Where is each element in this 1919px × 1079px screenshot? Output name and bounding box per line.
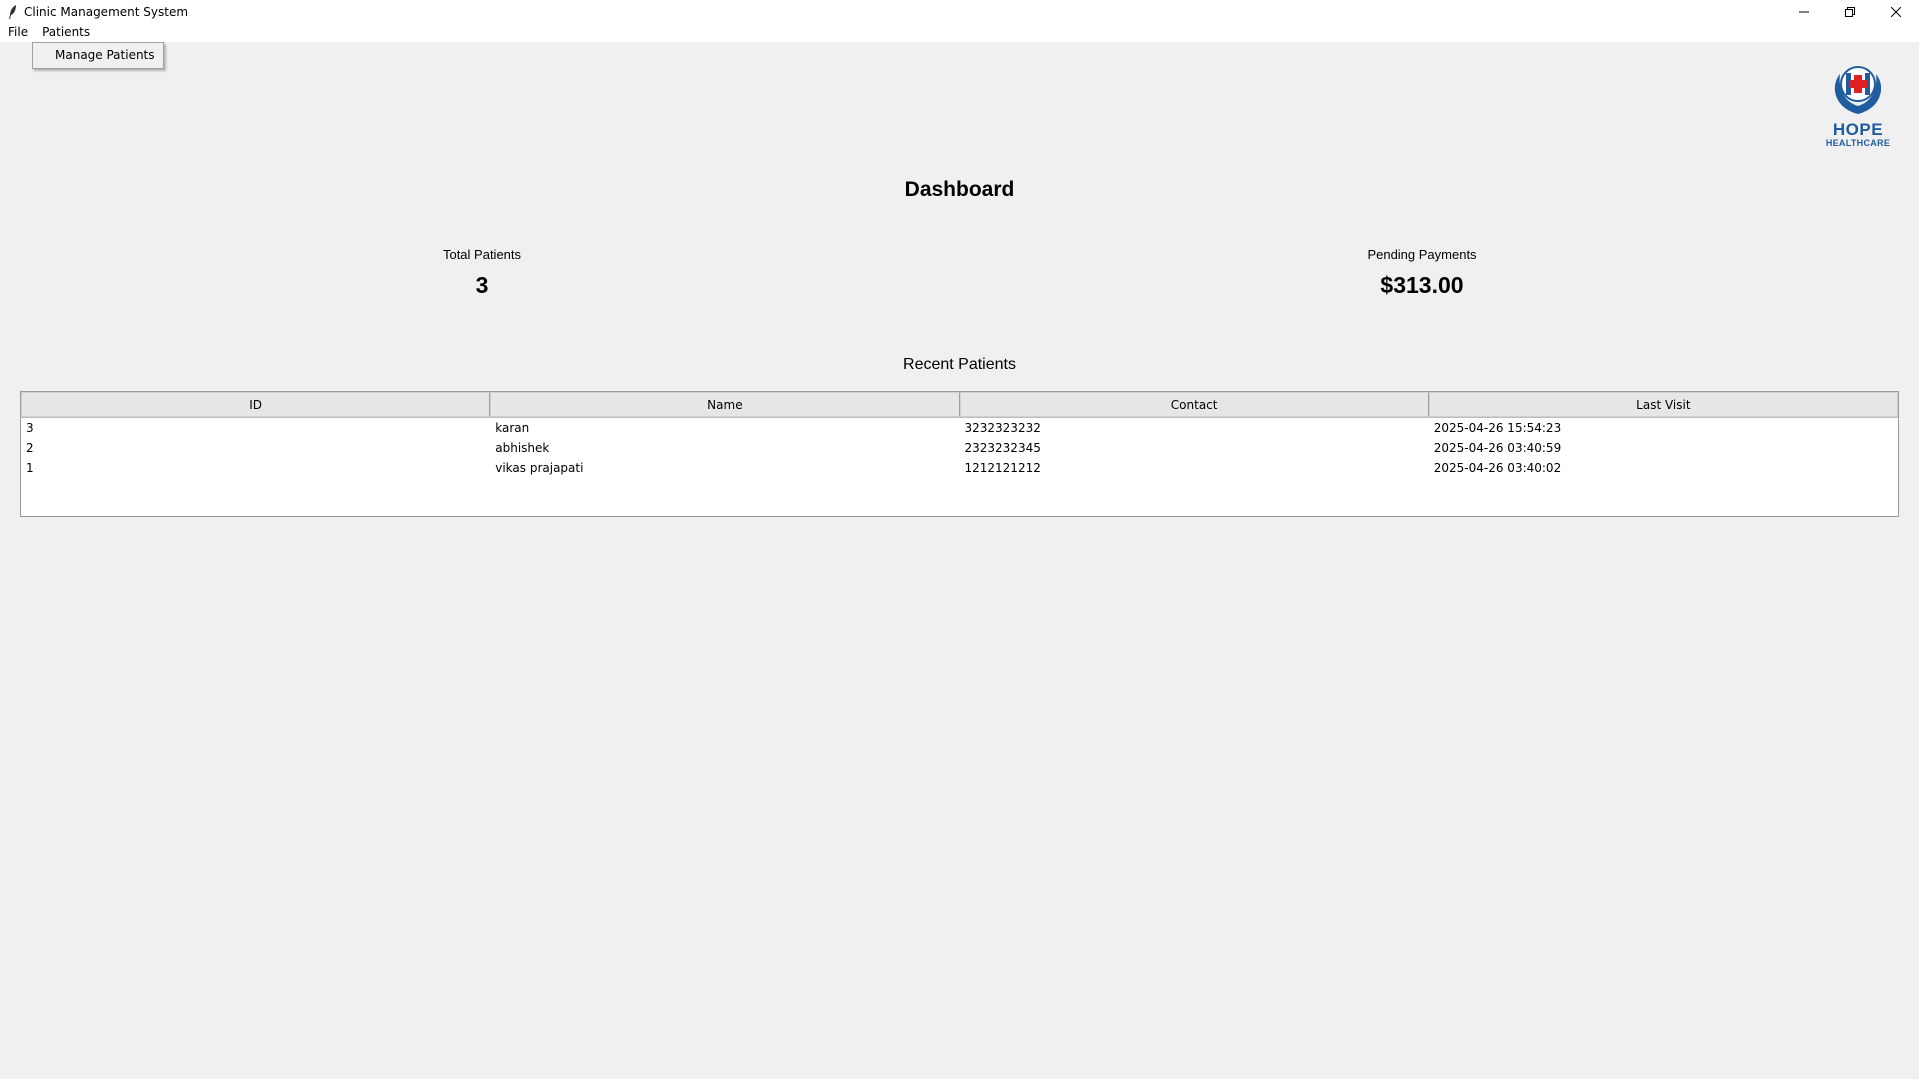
close-icon <box>1891 6 1901 17</box>
feather-icon <box>6 4 20 20</box>
recent-patients-table[interactable]: ID Name Contact Last Visit 3 karan 32323… <box>20 391 1899 517</box>
window-controls <box>1781 0 1919 23</box>
column-header-name[interactable]: Name <box>490 392 960 417</box>
cell-contact: 1212121212 <box>964 461 1041 475</box>
pending-payments-value: $313.00 <box>1380 272 1464 298</box>
total-patients-stat: Total Patients 3 <box>282 247 682 299</box>
hope-healthcare-logo: HOPE HEALTHCARE <box>1818 62 1898 152</box>
cell-contact: 2323232345 <box>964 441 1041 455</box>
cell-name: vikas prajapati <box>495 461 584 475</box>
app-window: Clinic Management System File Patients M… <box>0 0 1919 1079</box>
pending-payments-stat: Pending Payments $313.00 <box>1222 247 1622 299</box>
window-title: Clinic Management System <box>24 4 189 19</box>
cell-last-visit: 2025-04-26 03:40:59 <box>1433 441 1562 455</box>
cell-last-visit: 2025-04-26 03:40:02 <box>1433 461 1562 475</box>
patients-dropdown: Manage Patients <box>32 42 164 69</box>
minimize-button[interactable] <box>1781 0 1827 23</box>
logo-word-hope: HOPE <box>1832 120 1884 139</box>
cell-name: karan <box>495 421 530 435</box>
column-header-id[interactable]: ID <box>21 392 491 417</box>
menu-item-manage-patients[interactable]: Manage Patients <box>55 47 155 63</box>
pending-payments-label: Pending Payments <box>1367 247 1477 262</box>
total-patients-label: Total Patients <box>442 247 522 262</box>
cell-contact: 3232323232 <box>964 421 1041 435</box>
column-header-contact[interactable]: Contact <box>959 392 1429 417</box>
cell-last-visit: 2025-04-26 15:54:23 <box>1433 421 1562 435</box>
close-button[interactable] <box>1873 0 1919 23</box>
column-header-last-visit[interactable]: Last Visit <box>1428 392 1898 417</box>
restore-icon <box>1845 6 1855 17</box>
cell-name: abhishek <box>495 441 550 455</box>
menu-file[interactable]: File <box>0 23 35 42</box>
table-row[interactable]: 3 karan 3232323232 2025-04-26 15:54:23 <box>21 418 1898 438</box>
recent-patients-title: Recent Patients <box>903 356 1016 373</box>
total-patients-value: 3 <box>475 272 489 298</box>
table-header: ID Name Contact Last Visit <box>21 392 1898 418</box>
title-bar: Clinic Management System <box>0 0 1919 23</box>
menu-bar: File Patients <box>0 23 1919 42</box>
cell-id: 1 <box>26 461 34 475</box>
dashboard-title: Dashboard <box>904 178 1015 201</box>
logo-emblem-icon <box>1834 66 1882 114</box>
menu-patients[interactable]: Patients <box>35 23 97 42</box>
cell-id: 3 <box>26 421 34 435</box>
restore-button[interactable] <box>1827 0 1873 23</box>
logo-word-healthcare: HEALTHCARE <box>1825 138 1891 148</box>
cell-id: 2 <box>26 441 34 455</box>
table-row[interactable]: 1 vikas prajapati 1212121212 2025-04-26 … <box>21 458 1898 478</box>
table-row[interactable]: 2 abhishek 2323232345 2025-04-26 03:40:5… <box>21 438 1898 458</box>
minimize-icon <box>1799 11 1809 12</box>
